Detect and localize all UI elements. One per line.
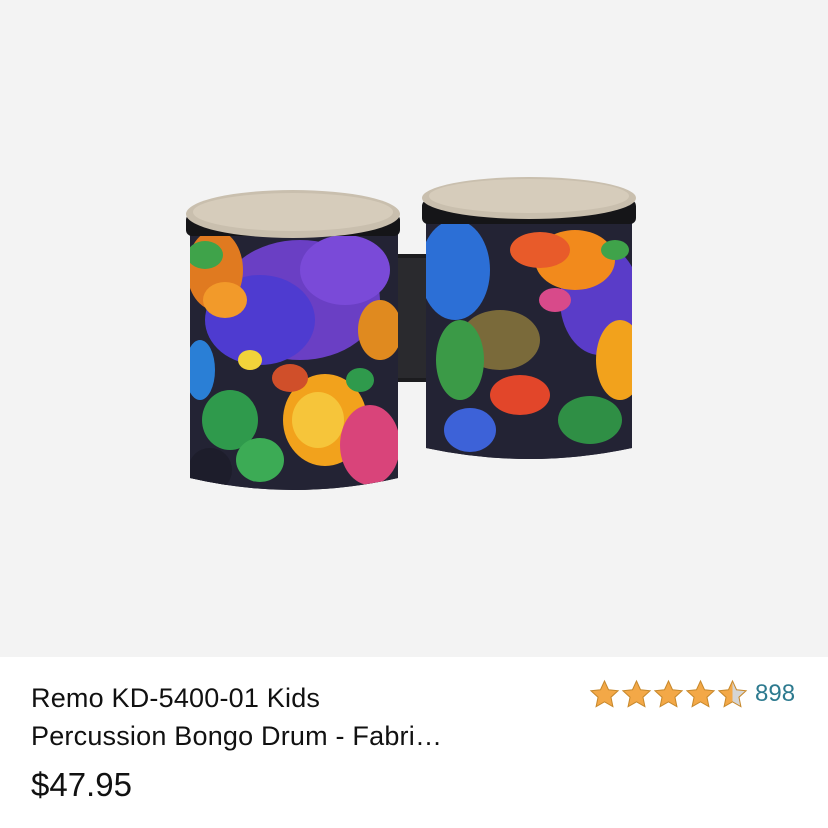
left-drum — [186, 190, 400, 490]
star-icon — [717, 679, 748, 708]
product-card[interactable]: Remo KD-5400-01 Kids Percussion Bongo Dr… — [0, 0, 828, 828]
product-price: $47.95 — [31, 766, 132, 803]
product-rating[interactable]: 898 — [589, 677, 795, 711]
product-info: Remo KD-5400-01 Kids Percussion Bongo Dr… — [0, 657, 828, 828]
star-rating — [589, 679, 749, 710]
right-drum — [422, 177, 636, 459]
bongo-drum-image — [186, 177, 636, 490]
star-icon — [653, 679, 684, 708]
product-title[interactable]: Remo KD-5400-01 Kids Percussion Bongo Dr… — [31, 679, 451, 755]
star-icon — [685, 679, 716, 708]
star-icon — [621, 679, 652, 708]
review-count[interactable]: 898 — [755, 677, 795, 711]
product-image[interactable] — [0, 0, 828, 657]
star-icon — [589, 679, 620, 708]
